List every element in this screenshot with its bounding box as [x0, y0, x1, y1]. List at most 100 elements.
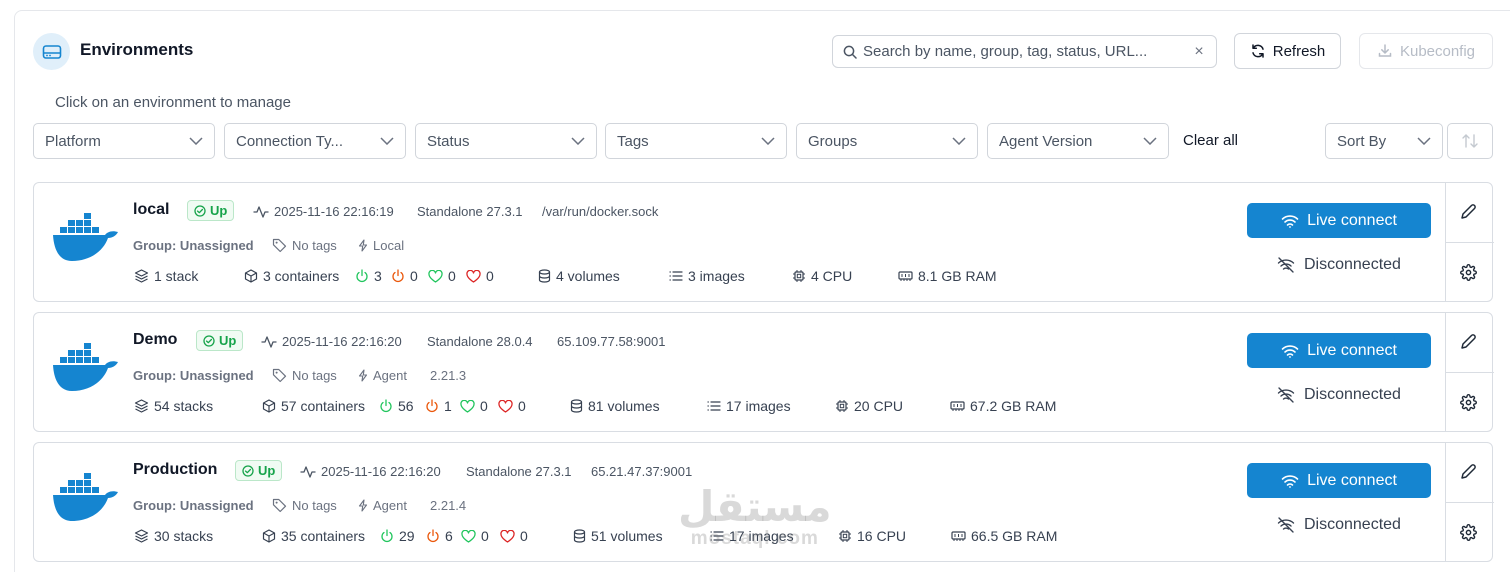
containers-text: 3 containers [263, 268, 340, 284]
check-circle-icon [242, 464, 254, 477]
search-input[interactable] [863, 43, 1192, 60]
environment-name[interactable]: local [133, 201, 169, 219]
power-icon-stopped [425, 399, 439, 413]
connection-status-text: Disconnected [1304, 516, 1401, 533]
agent-version-filter[interactable]: Agent Version [987, 123, 1169, 159]
clear-all-button[interactable]: Clear all [1183, 132, 1238, 149]
stopped-text: 0 [410, 268, 418, 284]
tags-text: No tags [292, 368, 337, 383]
pencil-icon[interactable] [1459, 203, 1477, 221]
pencil-icon[interactable] [1459, 463, 1477, 481]
tags-filter[interactable]: Tags [605, 123, 787, 159]
page-subtitle: Click on an environment to manage [55, 94, 291, 111]
actions-divider [1446, 242, 1494, 243]
activity-icon [261, 335, 277, 348]
live-connect-label: Live connect [1307, 471, 1397, 489]
bolt-icon [358, 239, 368, 252]
ram-text: 67.2 GB RAM [970, 398, 1057, 414]
platform-filter[interactable]: Platform [33, 123, 215, 159]
running-count: 56 [379, 398, 414, 414]
power-icon-running [355, 269, 369, 283]
kubeconfig-label: Kubeconfig [1399, 42, 1476, 60]
actions-divider [1446, 372, 1494, 373]
gear-icon[interactable] [1460, 264, 1477, 281]
clear-search-icon[interactable]: × [1192, 43, 1206, 61]
stopped-count: 1 [425, 398, 452, 414]
connection-type-filter-label: Connection Ty... [236, 132, 344, 150]
containers-count: 35 containers [262, 528, 365, 544]
stacks-text: 54 stacks [154, 398, 214, 414]
chevron-down-icon [1417, 137, 1431, 145]
images-count: 17 images [710, 528, 794, 544]
live-connect-button[interactable]: Live connect [1247, 333, 1431, 368]
cpu-text: 4 CPU [811, 268, 853, 284]
environment-card[interactable]: Production Up 2025-11-16 22:16:20 Standa… [33, 442, 1494, 562]
live-connect-button[interactable]: Live connect [1247, 203, 1431, 238]
cpu-chip-icon [835, 399, 849, 413]
power-icon-stopped [391, 269, 405, 283]
card-actions [1445, 313, 1494, 431]
ram-text: 8.1 GB RAM [918, 268, 997, 284]
layers-icon [134, 399, 149, 413]
refresh-icon [1250, 43, 1266, 59]
environment-card[interactable]: local Up 2025-11-16 22:16:19 Standalone … [33, 182, 1494, 302]
cpu-text: 16 CPU [857, 528, 907, 544]
groups-filter[interactable]: Groups [796, 123, 978, 159]
cpu-count: 16 CPU [838, 528, 906, 544]
heart-icon-unhealthy [466, 269, 481, 283]
healthy-count: 0 [460, 398, 488, 414]
environment-name[interactable]: Production [133, 461, 217, 479]
pencil-icon[interactable] [1459, 333, 1477, 351]
card-actions [1445, 443, 1494, 561]
chevron-down-icon [380, 137, 394, 145]
connection-status: Disconnected [1277, 386, 1401, 404]
group-label: Group: Unassigned [133, 368, 254, 383]
list-icon [669, 270, 683, 282]
unhealthy-count: 0 [500, 528, 528, 544]
images-count: 3 images [669, 268, 745, 284]
actions-divider [1446, 502, 1494, 503]
running-text: 3 [374, 268, 382, 284]
check-circle-icon [203, 334, 215, 347]
environment-name[interactable]: Demo [133, 331, 177, 349]
status-filter[interactable]: Status [415, 123, 597, 159]
volumes-text: 81 volumes [588, 398, 660, 414]
timestamp: 2025-11-16 22:16:19 [274, 204, 394, 219]
volumes-text: 4 volumes [556, 268, 620, 284]
volumes-count: 4 volumes [538, 268, 620, 284]
connection-type-text: Agent [373, 368, 407, 383]
connection-type-filter[interactable]: Connection Ty... [224, 123, 406, 159]
images-text: 3 images [688, 268, 745, 284]
healthy-count: 0 [461, 528, 489, 544]
database-icon [538, 269, 551, 283]
sort-direction-button[interactable] [1447, 123, 1493, 159]
search-box[interactable]: × [832, 35, 1217, 68]
environment-card[interactable]: Demo Up 2025-11-16 22:16:20 Standalone 2… [33, 312, 1494, 432]
gear-icon[interactable] [1460, 524, 1477, 541]
connection-status-text: Disconnected [1304, 256, 1401, 273]
connection-type: Local [358, 238, 404, 253]
box-icon [244, 269, 258, 283]
running-text: 56 [398, 398, 414, 414]
stopped-count: 0 [391, 268, 418, 284]
agent-version: 2.21.4 [430, 498, 467, 513]
database-icon [570, 399, 583, 413]
live-connect-button[interactable]: Live connect [1247, 463, 1431, 498]
cpu-text: 20 CPU [854, 398, 904, 414]
sort-by-select[interactable]: Sort By [1325, 123, 1443, 159]
agent-version-filter-label: Agent Version [999, 132, 1093, 150]
kubeconfig-button[interactable]: Kubeconfig [1359, 33, 1493, 69]
unhealthy-count: 0 [466, 268, 494, 284]
containers-text: 35 containers [281, 528, 366, 544]
power-icon-running [379, 399, 393, 413]
connection-status-text: Disconnected [1304, 386, 1401, 403]
last-seen: 2025-11-16 22:16:20 [261, 334, 402, 349]
connection-type-text: Local [373, 238, 405, 253]
ram-text: 66.5 GB RAM [971, 528, 1058, 544]
stacks-count: 30 stacks [134, 528, 213, 544]
refresh-button[interactable]: Refresh [1234, 33, 1341, 69]
status-badge: Up [196, 330, 244, 351]
gear-icon[interactable] [1460, 394, 1477, 411]
healthy-text: 0 [481, 528, 489, 544]
agent-version: 2.21.3 [430, 368, 467, 383]
